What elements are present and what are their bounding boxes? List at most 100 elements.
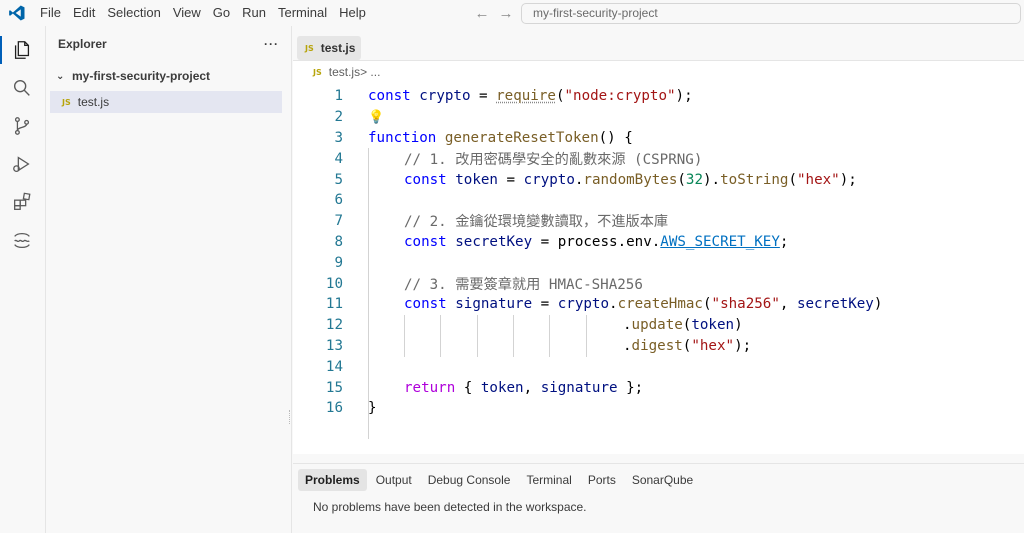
code-token: ; bbox=[779, 233, 789, 250]
code-line: 8 const secretKey = process.env.AWS_SECR… bbox=[293, 232, 1024, 253]
back-arrow-icon[interactable]: ← bbox=[472, 5, 492, 22]
line-number: 15 bbox=[325, 379, 343, 396]
extensions-icon[interactable] bbox=[0, 184, 44, 220]
code-token: "hex" bbox=[797, 171, 840, 188]
javascript-file-icon: JS bbox=[62, 97, 71, 107]
code-token: const bbox=[404, 171, 447, 188]
menu-view[interactable]: View bbox=[167, 0, 207, 26]
code-token: signature bbox=[455, 296, 533, 313]
tab-problems[interactable]: Problems bbox=[298, 469, 367, 491]
breadcrumb: JS test.js > ... bbox=[293, 61, 1024, 83]
tab-debug-console[interactable]: Debug Console bbox=[421, 469, 518, 491]
code-token: secretKey bbox=[796, 296, 874, 313]
code-token: . bbox=[623, 317, 632, 334]
editor-tabs: JS test.js bbox=[293, 26, 1024, 61]
menu-help[interactable]: Help bbox=[333, 0, 372, 26]
code-token: = bbox=[532, 296, 558, 313]
sidebar-header: Explorer ··· bbox=[46, 26, 291, 61]
command-center-search[interactable]: my-first-security-project bbox=[521, 3, 1021, 24]
source-control-icon[interactable] bbox=[0, 108, 44, 144]
more-actions-icon[interactable]: ··· bbox=[264, 37, 279, 51]
editor-area: JS test.js JS test.js > ... 1 const cryp… bbox=[293, 26, 1024, 454]
explorer-icon[interactable] bbox=[0, 32, 44, 68]
line-number: 8 bbox=[334, 233, 343, 250]
menu-edit[interactable]: Edit bbox=[67, 0, 101, 26]
menu-file[interactable]: File bbox=[34, 0, 67, 26]
code-token: ( bbox=[677, 171, 686, 188]
forward-arrow-icon[interactable]: → bbox=[496, 5, 516, 22]
code-token: secretKey bbox=[455, 233, 533, 250]
problems-message: No problems have been detected in the wo… bbox=[313, 500, 587, 514]
breadcrumb-file[interactable]: test.js bbox=[329, 65, 360, 79]
code-token: const bbox=[404, 296, 447, 313]
code-token: token bbox=[455, 171, 498, 188]
line-number: 6 bbox=[334, 192, 343, 209]
panel-tabs: Problems Output Debug Console Terminal P… bbox=[293, 464, 1024, 496]
code-line: 16 } bbox=[293, 398, 1024, 419]
navigation-arrows: ← → bbox=[472, 0, 516, 26]
code-line: 9 bbox=[293, 252, 1024, 273]
line-number: 16 bbox=[325, 400, 343, 417]
code-token: . bbox=[623, 337, 632, 354]
line-number: 11 bbox=[325, 296, 343, 313]
code-line: 6 bbox=[293, 190, 1024, 211]
code-token: crypto bbox=[523, 171, 575, 188]
search-icon[interactable] bbox=[0, 70, 44, 106]
menu-run[interactable]: Run bbox=[236, 0, 272, 26]
title-bar: File Edit Selection View Go Run Terminal… bbox=[0, 0, 1024, 26]
workspace-folder[interactable]: ⌄ my-first-security-project bbox=[46, 65, 291, 87]
file-item-test-js[interactable]: JS test.js bbox=[50, 91, 282, 113]
code-token: , bbox=[523, 379, 541, 396]
sidebar-sash[interactable] bbox=[289, 410, 292, 424]
code-token: update bbox=[631, 317, 683, 334]
menu-selection[interactable]: Selection bbox=[101, 0, 166, 26]
line-number: 7 bbox=[334, 213, 343, 230]
code-token: digest bbox=[631, 337, 683, 354]
code-token: ) bbox=[873, 296, 883, 313]
tab-ports[interactable]: Ports bbox=[581, 469, 623, 491]
tab-test-js[interactable]: JS test.js bbox=[297, 36, 361, 60]
code-line: 7 // 2. 金鑰從環境變數讀取，不進版本庫 bbox=[293, 211, 1024, 232]
code-line: 15 return { token, signature }; bbox=[293, 377, 1024, 398]
sonarqube-icon[interactable] bbox=[0, 222, 44, 258]
file-name: test.js bbox=[77, 95, 110, 109]
code-token: AWS_SECRET_KEY bbox=[660, 233, 780, 250]
menu-terminal[interactable]: Terminal bbox=[272, 0, 333, 26]
code-token: const bbox=[368, 88, 411, 105]
breadcrumb-rest[interactable]: > ... bbox=[360, 65, 380, 79]
code-line: 2 💡 bbox=[293, 107, 1024, 128]
code-token: randomBytes bbox=[583, 171, 678, 188]
code-line: 5 const token = crypto.randomBytes(32).t… bbox=[293, 169, 1024, 190]
lightbulb-icon[interactable]: 💡 bbox=[368, 110, 384, 125]
tab-label: test.js bbox=[320, 41, 356, 55]
code-token: { bbox=[455, 379, 481, 396]
code-token: "node:crypto" bbox=[564, 88, 676, 105]
line-number: 5 bbox=[334, 171, 343, 188]
line-number: 4 bbox=[334, 150, 343, 167]
line-number: 12 bbox=[325, 317, 343, 334]
code-editor[interactable]: 1 const crypto = require("node:crypto");… bbox=[293, 86, 1024, 439]
explorer-sidebar: Explorer ··· ⌄ my-first-security-project… bbox=[45, 26, 292, 533]
chevron-down-icon: ⌄ bbox=[56, 70, 65, 82]
code-token: env bbox=[626, 233, 652, 250]
tab-output[interactable]: Output bbox=[369, 469, 419, 491]
code-line: 10 // 3. 需要簽章就用 HMAC-SHA256 bbox=[293, 273, 1024, 294]
code-token: crypto bbox=[419, 88, 471, 105]
code-token: return bbox=[404, 379, 456, 396]
code-token: "hex" bbox=[691, 337, 735, 354]
code-token: "sha256" bbox=[711, 296, 780, 313]
javascript-file-icon: JS bbox=[305, 43, 314, 53]
code-token: process bbox=[557, 233, 618, 250]
code-token: ); bbox=[675, 88, 693, 105]
run-debug-icon[interactable] bbox=[0, 146, 44, 182]
tab-sonarqube[interactable]: SonarQube bbox=[625, 469, 700, 491]
code-comment: // 3. 需要簽章就用 HMAC-SHA256 bbox=[404, 276, 643, 293]
menu-go[interactable]: Go bbox=[207, 0, 236, 26]
code-token: token bbox=[691, 317, 735, 334]
code-token: } bbox=[368, 400, 377, 417]
code-token: require bbox=[496, 88, 556, 105]
code-token: , bbox=[779, 296, 797, 313]
code-line: 13 .digest("hex"); bbox=[293, 336, 1024, 357]
tab-terminal[interactable]: Terminal bbox=[519, 469, 578, 491]
code-token: = bbox=[497, 171, 524, 188]
